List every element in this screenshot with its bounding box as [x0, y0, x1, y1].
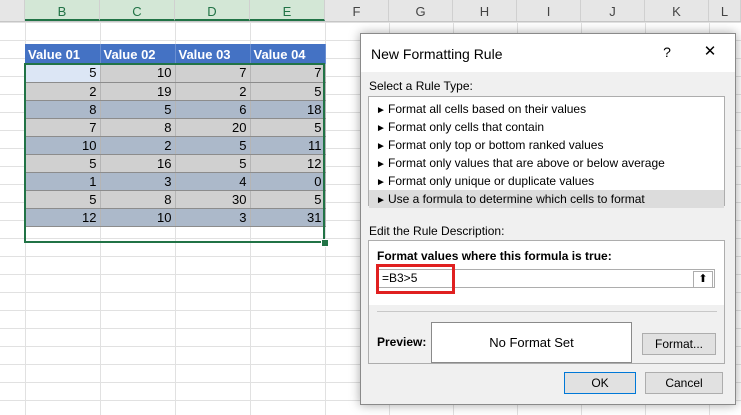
- rule-type-label: Format only top or bottom ranked values: [388, 138, 604, 152]
- rule-type-label: Use a formula to determine which cells t…: [388, 192, 645, 206]
- table-cell[interactable]: 11: [250, 136, 326, 155]
- table-cell[interactable]: 3: [175, 208, 251, 227]
- table-header-row: Value 01 Value 02 Value 03 Value 04: [25, 44, 326, 64]
- table-header-cell[interactable]: Value 04: [250, 44, 326, 64]
- table-cell[interactable]: 8: [25, 100, 101, 119]
- table-cell-active[interactable]: 5: [25, 64, 101, 83]
- table-cell[interactable]: 5: [250, 118, 326, 137]
- select-rule-type-label: Select a Rule Type:: [369, 79, 473, 93]
- rule-type-item[interactable]: ► Format only values that are above or be…: [369, 154, 724, 172]
- dialog-titlebar[interactable]: New Formatting Rule ? ✕: [361, 34, 735, 72]
- highlight-annotation: [376, 264, 455, 294]
- table-header-cell[interactable]: Value 03: [175, 44, 251, 64]
- column-header-h[interactable]: H: [453, 0, 517, 21]
- ok-button[interactable]: OK: [564, 372, 636, 394]
- rule-type-item[interactable]: ► Format all cells based on their values: [369, 100, 724, 118]
- close-button[interactable]: ✕: [699, 42, 721, 62]
- arrow-icon: ►: [376, 195, 386, 206]
- table-row: 8 5 6 18: [25, 100, 326, 119]
- rule-type-label: Format only unique or duplicate values: [388, 174, 595, 188]
- table-cell[interactable]: 7: [25, 118, 101, 137]
- rule-type-label: Format only values that are above or bel…: [388, 156, 665, 170]
- formula-label: Format values where this formula is true…: [377, 249, 612, 263]
- table-cell[interactable]: 7: [250, 64, 326, 83]
- rule-type-item[interactable]: ► Format only unique or duplicate values: [369, 172, 724, 190]
- table-header-cell[interactable]: Value 02: [100, 44, 176, 64]
- rule-type-list: ► Format all cells based on their values …: [368, 96, 725, 208]
- table-cell[interactable]: 5: [100, 100, 176, 119]
- column-header-e[interactable]: E: [250, 0, 325, 21]
- table-row: 12 10 3 31: [25, 208, 326, 227]
- table-cell[interactable]: 7: [175, 64, 251, 83]
- table-cell[interactable]: 5: [25, 190, 101, 209]
- table-cell[interactable]: 10: [100, 64, 176, 83]
- dialog-title: New Formatting Rule: [371, 46, 503, 62]
- column-header-c[interactable]: C: [100, 0, 175, 21]
- table-cell[interactable]: 3: [100, 172, 176, 191]
- table-row: 5 16 5 12: [25, 154, 326, 173]
- table-cell[interactable]: 16: [100, 154, 176, 173]
- table-row: 5 10 7 7: [25, 64, 326, 83]
- column-header-f[interactable]: F: [325, 0, 389, 21]
- table-cell[interactable]: 10: [100, 208, 176, 227]
- column-header-d[interactable]: D: [175, 0, 250, 21]
- table-cell[interactable]: 8: [100, 118, 176, 137]
- format-button[interactable]: Format...: [642, 333, 716, 355]
- rule-type-item[interactable]: ► Format only top or bottom ranked values: [369, 136, 724, 154]
- table-row: 10 2 5 11: [25, 136, 326, 155]
- rule-type-label: Format only cells that contain: [388, 120, 545, 134]
- table-cell[interactable]: 5: [250, 190, 326, 209]
- table-cell[interactable]: 12: [250, 154, 326, 173]
- table-row: 2 19 2 5: [25, 82, 326, 101]
- column-header-j[interactable]: J: [581, 0, 645, 21]
- column-header-i[interactable]: I: [517, 0, 581, 21]
- column-header-blank: [0, 0, 25, 21]
- table-cell[interactable]: 20: [175, 118, 251, 137]
- table-cell[interactable]: 10: [25, 136, 101, 155]
- table-cell[interactable]: 30: [175, 190, 251, 209]
- formula-section: Format values where this formula is true…: [369, 241, 724, 305]
- preview-box: No Format Set: [431, 322, 632, 363]
- new-formatting-rule-dialog: New Formatting Rule ? ✕ Select a Rule Ty…: [360, 33, 736, 405]
- table-cell[interactable]: 2: [175, 82, 251, 101]
- column-header-l[interactable]: L: [709, 0, 741, 21]
- table-header-cell[interactable]: Value 01: [25, 44, 101, 64]
- table-cell[interactable]: 5: [25, 154, 101, 173]
- table-cell[interactable]: 18: [250, 100, 326, 119]
- table-cell[interactable]: 4: [175, 172, 251, 191]
- collapse-dialog-icon[interactable]: ⬆: [693, 271, 713, 288]
- table-cell[interactable]: 1: [25, 172, 101, 191]
- help-button[interactable]: ?: [657, 42, 677, 62]
- fill-handle[interactable]: [321, 239, 329, 247]
- table-cell[interactable]: 5: [250, 82, 326, 101]
- table-cell[interactable]: 19: [100, 82, 176, 101]
- rule-description-panel: Format values where this formula is true…: [368, 240, 725, 364]
- preview-label: Preview:: [377, 335, 427, 349]
- table-cell[interactable]: 0: [250, 172, 326, 191]
- table-row: 5 8 30 5: [25, 190, 326, 209]
- table-row: 7 8 20 5: [25, 118, 326, 137]
- edit-rule-description-label: Edit the Rule Description:: [369, 224, 505, 238]
- table-cell[interactable]: 6: [175, 100, 251, 119]
- rule-type-item[interactable]: ► Format only cells that contain: [369, 118, 724, 136]
- table-cell[interactable]: 5: [175, 136, 251, 155]
- table-cell[interactable]: 2: [25, 82, 101, 101]
- divider: [377, 311, 717, 312]
- column-header-k[interactable]: K: [645, 0, 709, 21]
- cancel-button[interactable]: Cancel: [645, 372, 723, 394]
- table-cell[interactable]: 5: [175, 154, 251, 173]
- rule-type-item-selected[interactable]: ► Use a formula to determine which cells …: [369, 190, 724, 208]
- rule-type-label: Format all cells based on their values: [388, 102, 587, 116]
- column-headers: B C D E F G H I J K L: [0, 0, 741, 22]
- column-header-g[interactable]: G: [389, 0, 453, 21]
- table-row: 1 3 4 0: [25, 172, 326, 191]
- table-cell[interactable]: 8: [100, 190, 176, 209]
- table-cell[interactable]: 31: [250, 208, 326, 227]
- column-header-b[interactable]: B: [25, 0, 100, 21]
- table-cell[interactable]: 12: [25, 208, 101, 227]
- data-table: Value 01 Value 02 Value 03 Value 04 5 10…: [25, 44, 326, 227]
- table-cell[interactable]: 2: [100, 136, 176, 155]
